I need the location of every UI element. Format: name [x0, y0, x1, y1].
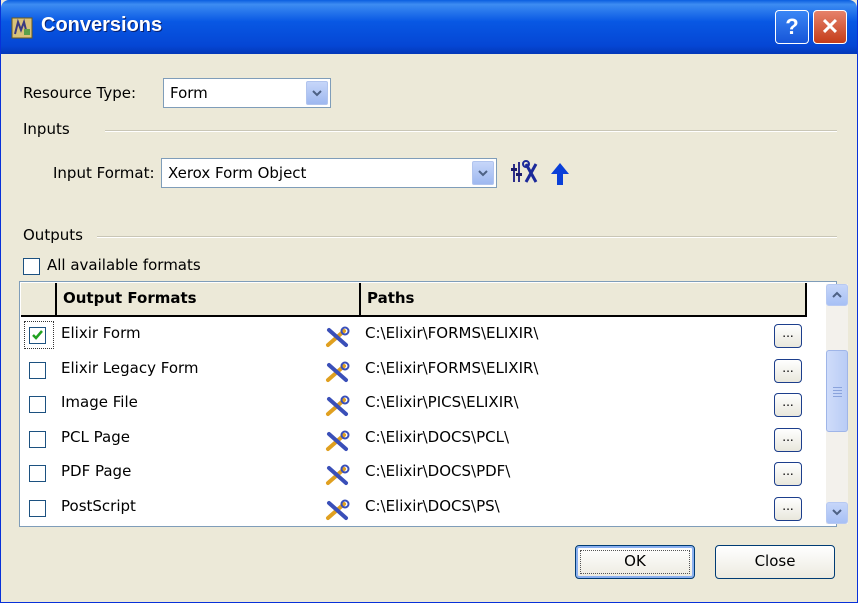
scroll-thumb[interactable]: [826, 350, 848, 432]
row-check-cell: [21, 422, 57, 456]
close-icon: ✕: [820, 14, 840, 39]
resource-type-select[interactable]: Form: [163, 78, 331, 108]
close-label: Close: [754, 552, 796, 570]
browse-button[interactable]: ...: [774, 428, 802, 452]
help-icon: ?: [785, 14, 799, 39]
tools-icon[interactable]: [325, 361, 351, 383]
arrow-up-icon[interactable]: [547, 160, 573, 188]
output-format-name: PCL Page: [61, 428, 130, 446]
checkmark-icon: [32, 330, 43, 340]
output-path: C:\Elixir\FORMS\ELIXIR\: [365, 324, 539, 342]
output-format-name: Elixir Form: [61, 324, 141, 342]
tools-icon[interactable]: [325, 430, 351, 452]
table-row[interactable]: PostScript C:\Elixir\DOCS\PS\...: [21, 491, 807, 525]
chevron-down-icon[interactable]: [306, 81, 328, 105]
close-window-button[interactable]: ✕: [813, 10, 847, 44]
table-row[interactable]: PCL Page C:\Elixir\DOCS\PCL\...: [21, 422, 807, 456]
all-formats-checkbox[interactable]: [23, 258, 40, 275]
scroll-up-button[interactable]: [826, 284, 848, 306]
output-format-name: PostScript: [61, 497, 136, 515]
row-check-cell: [21, 491, 57, 525]
column-header-paths[interactable]: Paths: [361, 283, 807, 315]
all-formats-label: All available formats: [47, 256, 201, 274]
resource-type-value: Form: [170, 84, 208, 102]
input-format-label: Input Format:: [53, 164, 155, 182]
row-check-cell: [21, 318, 57, 352]
table-row[interactable]: Elixir Form C:\Elixir\FORMS\ELIXIR\...: [21, 318, 807, 352]
inputs-section-label: Inputs: [23, 120, 70, 138]
output-path: C:\Elixir\DOCS\PDF\: [365, 462, 511, 480]
scroll-down-button[interactable]: [826, 502, 848, 524]
tools-icon[interactable]: [325, 464, 351, 486]
resource-type-label: Resource Type:: [23, 84, 137, 102]
chevron-up-icon: [832, 291, 842, 298]
row-checkbox[interactable]: [29, 431, 46, 448]
settings-tools-icon[interactable]: [509, 160, 539, 188]
tools-icon[interactable]: [325, 499, 351, 521]
output-path: C:\Elixir\PICS\ELIXIR\: [365, 393, 519, 411]
output-format-name: Elixir Legacy Form: [61, 359, 199, 377]
output-format-name: PDF Page: [61, 462, 132, 480]
ok-button[interactable]: OK: [575, 545, 695, 579]
close-button[interactable]: Close: [715, 545, 835, 579]
table-row[interactable]: Elixir Legacy Form C:\Elixir\FORMS\ELIXIR…: [21, 353, 807, 387]
table-row[interactable]: PDF Page C:\Elixir\DOCS\PDF\...: [21, 456, 807, 490]
row-check-cell: [21, 456, 57, 490]
output-format-name: Image File: [61, 393, 138, 411]
output-formats-grid: Output Formats Paths Elixir Form C:\Elixi…: [19, 281, 848, 527]
row-check-cell: [21, 387, 57, 421]
tools-icon[interactable]: [325, 326, 351, 348]
title-bar[interactable]: Conversions ? ✕: [1, 0, 857, 54]
browse-button[interactable]: ...: [774, 497, 802, 521]
focus-rect: [580, 550, 690, 574]
window-title: Conversions: [41, 14, 163, 36]
row-checkbox[interactable]: [29, 396, 46, 413]
browse-button[interactable]: ...: [774, 324, 802, 348]
output-path: C:\Elixir\DOCS\PCL\: [365, 428, 509, 446]
outputs-section-label: Outputs: [23, 226, 83, 244]
outputs-divider: [97, 236, 837, 238]
grid-header: Output Formats Paths: [21, 283, 807, 317]
input-format-value: Xerox Form Object: [168, 164, 307, 182]
browse-button[interactable]: ...: [774, 359, 802, 383]
row-checkbox[interactable]: [29, 465, 46, 482]
table-row[interactable]: Image File C:\Elixir\PICS\ELIXIR\...: [21, 387, 807, 421]
browse-button[interactable]: ...: [774, 462, 802, 486]
output-path: C:\Elixir\DOCS\PS\: [365, 497, 500, 515]
tools-icon[interactable]: [325, 395, 351, 417]
row-checkbox[interactable]: [29, 327, 46, 344]
row-checkbox[interactable]: [29, 362, 46, 379]
row-checkbox[interactable]: [29, 500, 46, 517]
inputs-divider: [105, 130, 837, 132]
row-check-cell: [21, 353, 57, 387]
conversions-dialog: Conversions ? ✕ Resource Type: Form Inpu…: [0, 0, 858, 603]
input-format-select[interactable]: Xerox Form Object: [161, 158, 497, 188]
column-header-output-formats[interactable]: Output Formats: [57, 283, 361, 315]
vertical-scrollbar[interactable]: [826, 284, 848, 524]
chevron-down-icon[interactable]: [472, 161, 494, 185]
output-path: C:\Elixir\FORMS\ELIXIR\: [365, 359, 539, 377]
help-button[interactable]: ?: [775, 10, 809, 44]
browse-button[interactable]: ...: [774, 393, 802, 417]
header-check-cell: [21, 283, 57, 315]
chevron-down-icon: [832, 509, 842, 516]
app-icon: [11, 17, 33, 39]
